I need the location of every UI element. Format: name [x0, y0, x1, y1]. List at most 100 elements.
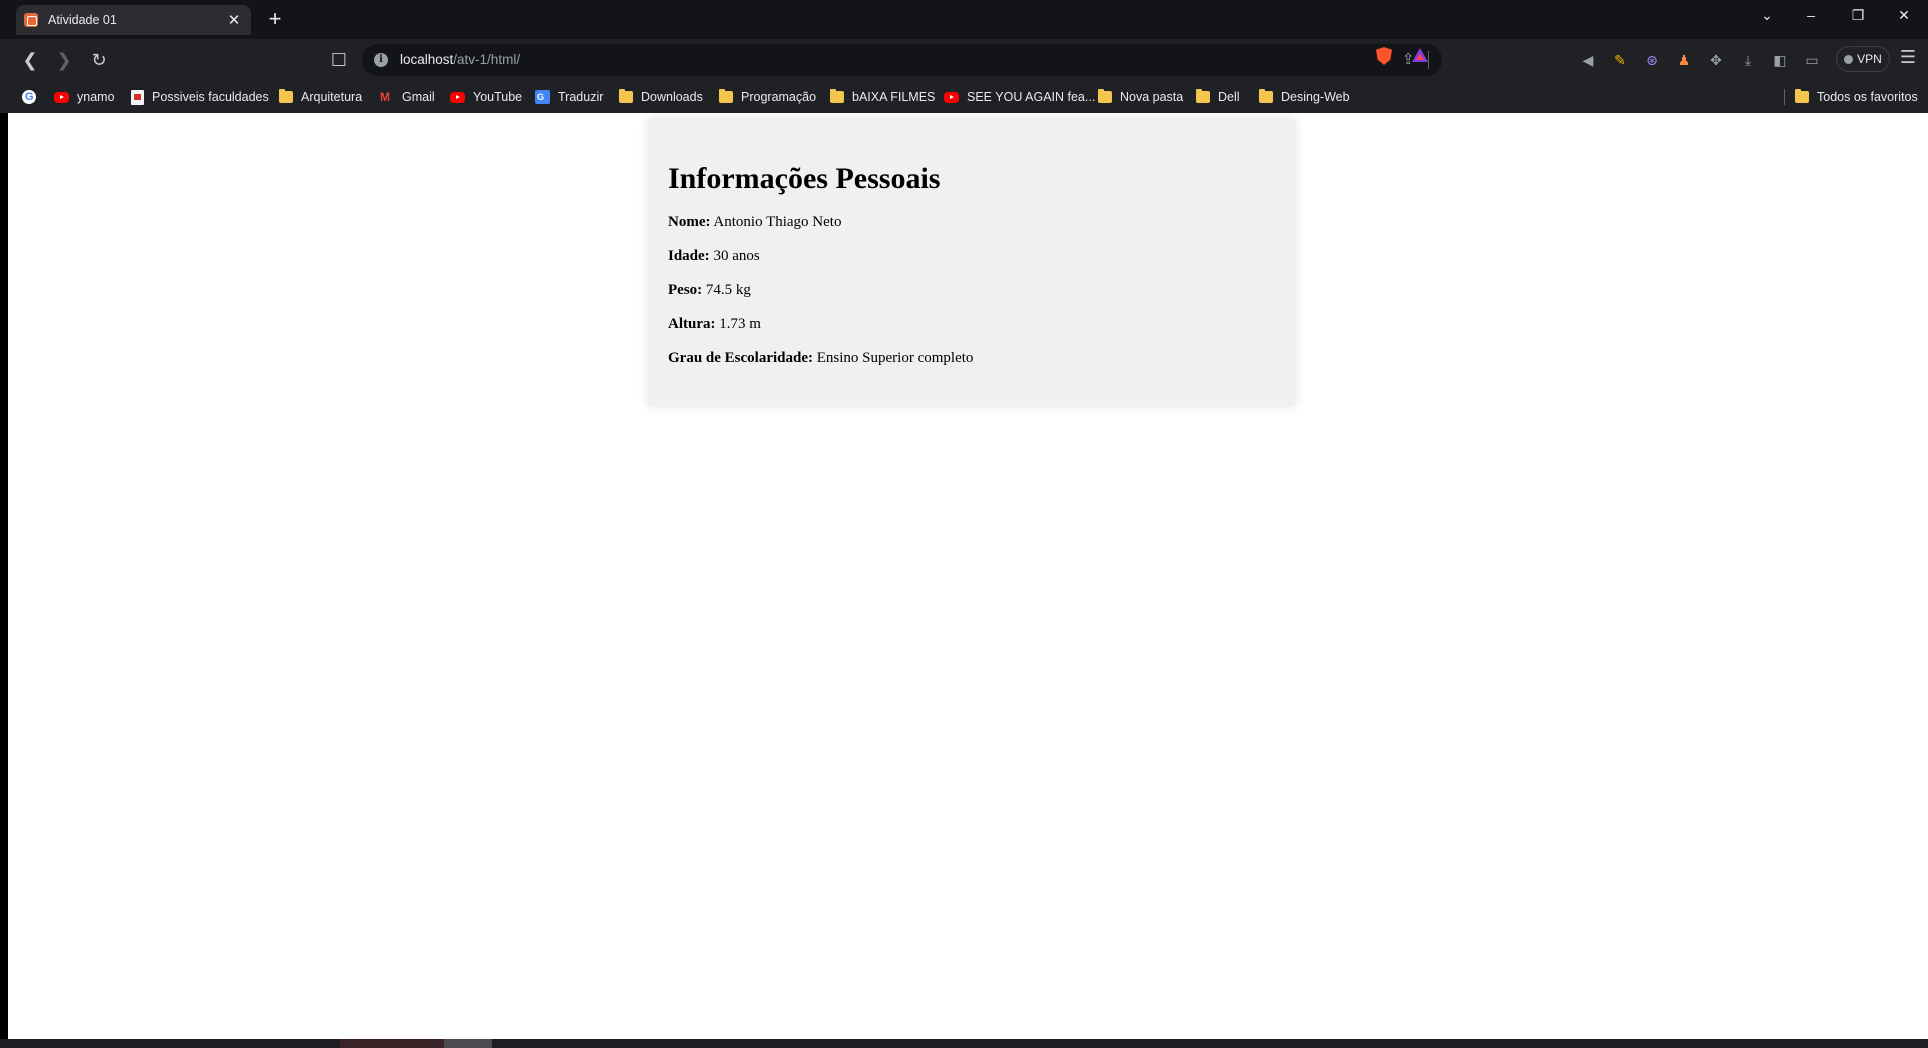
vpn-status-icon: [1844, 54, 1854, 64]
vpn-label: VPN: [1857, 52, 1882, 66]
field-label: Idade:: [668, 248, 710, 264]
taskbar-item[interactable]: [444, 1039, 492, 1048]
bookmark-ynamo[interactable]: ynamo: [54, 87, 115, 107]
youtube-icon: [450, 91, 465, 103]
url-path: /atv-1/html/: [453, 52, 521, 67]
page-title: Informações Pessoais: [668, 162, 941, 195]
wallet-icon[interactable]: ▭: [1802, 50, 1822, 70]
bookmark-arquitetura[interactable]: Arquitetura: [279, 87, 362, 107]
close-window-button[interactable]: ✕: [1889, 4, 1919, 26]
info-row-peso: Peso: 74.5 kg: [668, 281, 1275, 299]
sidebar-icon[interactable]: ◧: [1770, 50, 1790, 70]
bookmark-label: Traduzir: [558, 90, 604, 104]
xampp-icon: [24, 13, 38, 27]
page-viewport: Informações Pessoais Nome: Antonio Thiag…: [8, 113, 1928, 1039]
folder-icon: [1098, 89, 1112, 103]
forward-button[interactable]: ❯: [52, 48, 76, 72]
tab-search-chevron-icon[interactable]: ⌄: [1752, 4, 1782, 26]
info-row-escolaridade: Grau de Escolaridade: Ensino Superior co…: [668, 349, 1275, 367]
menu-icon[interactable]: ☰: [1896, 47, 1920, 68]
bookmark-nova-pasta[interactable]: Nova pasta: [1098, 87, 1183, 107]
close-tab-icon[interactable]: ✕: [225, 11, 243, 29]
bookmark-label: Arquitetura: [301, 90, 363, 104]
bookmark-page-icon[interactable]: ☐: [327, 48, 351, 72]
doc-icon: [131, 89, 144, 105]
folder-icon: [830, 89, 844, 103]
bookmark-possiveis-faculdades[interactable]: Possiveis faculdades: [131, 87, 269, 107]
reload-button[interactable]: ↻: [87, 48, 111, 72]
bookmark-programacao[interactable]: Programação: [719, 87, 816, 107]
folder-icon: [1795, 89, 1809, 103]
google-icon: [22, 90, 36, 104]
field-value: Antonio Thiago Neto: [713, 214, 842, 230]
info-row-nome: Nome: Antonio Thiago Neto: [668, 213, 1275, 231]
restore-button[interactable]: ❐: [1843, 4, 1873, 26]
bookmark-label: YouTube: [473, 90, 523, 104]
field-label: Grau de Escolaridade:: [668, 350, 813, 366]
folder-icon: [619, 89, 633, 103]
url-host: localhost: [400, 52, 454, 67]
gmail-icon: [380, 90, 394, 104]
vpn-button[interactable]: VPN: [1836, 46, 1890, 72]
bookmark-label: ynamo: [77, 90, 115, 104]
bookmarks-separator: [1784, 89, 1785, 105]
bookmark-baixa-filmes[interactable]: bAIXA FILMES: [830, 87, 935, 107]
field-label: Altura:: [668, 316, 716, 332]
folder-icon: [279, 89, 293, 103]
address-bar[interactable]: i localhost/atv-1/html/ ⇪: [362, 44, 1442, 76]
info-card: Informações Pessoais Nome: Antonio Thiag…: [648, 119, 1295, 406]
back-button[interactable]: ❮: [18, 48, 42, 72]
bookmark-see-you-again[interactable]: SEE YOU AGAIN fea...: [944, 87, 1095, 107]
field-value: 74.5 kg: [705, 282, 751, 298]
taskbar-strip: [0, 1039, 1928, 1048]
url-text[interactable]: localhost/atv-1/html/: [400, 52, 520, 67]
folder-icon: [1196, 89, 1210, 103]
youtube-icon: [54, 91, 69, 103]
bookmark-youtube[interactable]: YouTube: [450, 87, 522, 107]
field-label: Nome:: [668, 214, 711, 230]
info-row-altura: Altura: 1.73 m: [668, 315, 1275, 333]
bookmark-desing-web[interactable]: Desing-Web: [1259, 87, 1350, 107]
browser-toolbar: ❮ ❯ ↻ ☐ i localhost/atv-1/html/ ⇪ ◀ ✎ ⊛ …: [0, 39, 1928, 81]
bookmark-label: Possiveis faculdades: [152, 90, 269, 104]
field-value: Ensino Superior completo: [816, 350, 974, 366]
bookmark-dell[interactable]: Dell: [1196, 87, 1240, 107]
field-label: Peso:: [668, 282, 703, 298]
taskbar-item[interactable]: [340, 1039, 444, 1048]
bookmark-label: bAIXA FILMES: [852, 90, 936, 104]
field-value: 1.73 m: [719, 316, 761, 332]
url-separator: [1428, 51, 1429, 69]
bookmark-label: Todos os favoritos: [1817, 90, 1918, 104]
field-value: 30 anos: [713, 248, 760, 264]
bookmark-google[interactable]: [22, 87, 44, 107]
minimize-button[interactable]: –: [1796, 4, 1826, 26]
bookmark-label: Dell: [1218, 90, 1240, 104]
site-info-icon[interactable]: i: [374, 53, 388, 67]
tab-title: Atividade 01: [48, 13, 117, 27]
translate-icon: [535, 90, 550, 104]
bookmark-label: Programação: [741, 90, 817, 104]
brave-rewards-icon[interactable]: [1412, 48, 1428, 62]
bookmark-traduzir[interactable]: Traduzir: [535, 87, 603, 107]
folder-icon: [1259, 89, 1273, 103]
info-row-idade: Idade: 30 anos: [668, 247, 1275, 265]
bookmark-gmail[interactable]: Gmail: [380, 87, 435, 107]
bookmark-downloads[interactable]: Downloads: [619, 87, 703, 107]
tab-atividade-01[interactable]: Atividade 01 ✕: [16, 5, 251, 35]
tab-strip: Atividade 01 ✕ + ⌄ – ❐ ✕: [0, 0, 1928, 39]
downloads-icon[interactable]: ⤓: [1738, 50, 1758, 70]
youtube-icon: [944, 91, 959, 103]
extension-purple-icon[interactable]: ⊛: [1642, 50, 1662, 70]
extension-orange-icon[interactable]: ♟: [1674, 50, 1694, 70]
browser-chrome: Atividade 01 ✕ + ⌄ – ❐ ✕ ❮ ❯ ↻ ☐ i local…: [0, 0, 1928, 113]
bookmark-label: Gmail: [402, 90, 435, 104]
folder-icon: [719, 89, 733, 103]
bookmark-todos-os-favoritos[interactable]: Todos os favoritos: [1795, 87, 1918, 107]
bookmark-label: Desing-Web: [1281, 90, 1350, 104]
bookmarks-bar: ynamo Possiveis faculdades Arquitetura G…: [0, 81, 1928, 113]
color-picker-extension-icon[interactable]: ✎: [1610, 50, 1630, 70]
bookmark-label: Nova pasta: [1120, 90, 1184, 104]
extensions-puzzle-icon[interactable]: ✥: [1706, 50, 1726, 70]
speaker-icon[interactable]: ◀: [1578, 50, 1598, 70]
new-tab-button[interactable]: +: [264, 8, 286, 30]
